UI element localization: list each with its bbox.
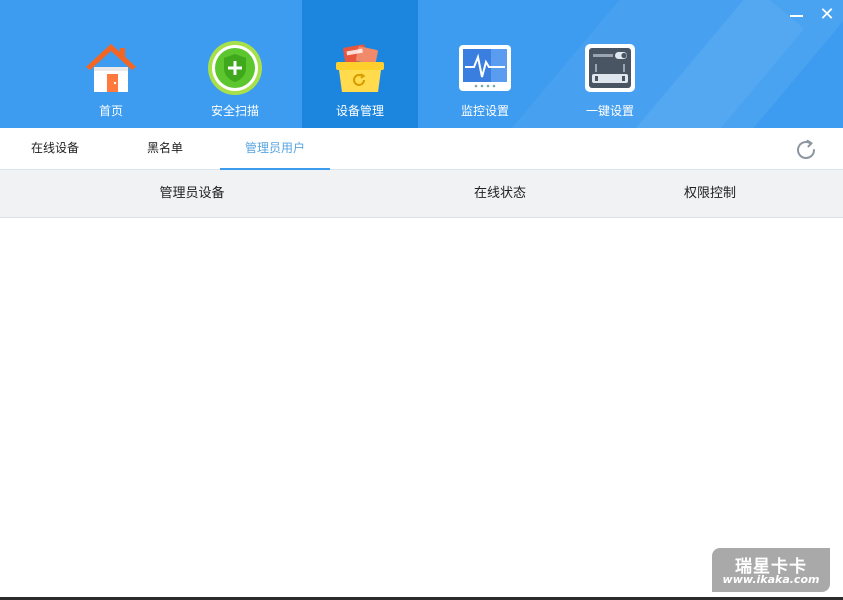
nav-label: 首页 [98, 104, 123, 118]
table-body [0, 218, 843, 598]
tab-bar: 在线设备 黑名单 管理员用户 [0, 128, 843, 170]
top-navigation-header: ✕ 首页 安全扫描 设备管理 监控设置 一键设置 [0, 0, 843, 128]
router-panel-icon [581, 40, 639, 96]
nav-label: 安全扫描 [210, 104, 259, 118]
tab-blacklist[interactable]: 黑名单 [110, 128, 220, 170]
tab-label: 管理员用户 [244, 141, 305, 155]
nav-item-monitor-settings[interactable]: 监控设置 [427, 0, 543, 128]
column-header-admin-device: 管理员设备 [159, 186, 225, 201]
close-button[interactable]: ✕ [815, 4, 839, 26]
watermark-url: www.ikaka.com [722, 573, 820, 586]
house-icon [82, 40, 140, 96]
shield-plus-icon [206, 40, 264, 96]
close-icon: ✕ [819, 4, 835, 25]
tab-admin-users[interactable]: 管理员用户 [220, 128, 330, 170]
refresh-icon[interactable] [794, 138, 818, 162]
tab-label: 黑名单 [146, 141, 183, 155]
minimize-button[interactable] [785, 4, 809, 26]
device-basket-icon [331, 40, 389, 96]
column-header-permission-control: 权限控制 [683, 186, 736, 201]
nav-item-home[interactable]: 首页 [53, 0, 169, 128]
watermark-logo: 瑞星卡卡 www.ikaka.com [712, 548, 830, 592]
monitor-wave-icon [456, 40, 514, 96]
nav-label: 设备管理 [335, 104, 384, 118]
app-window: ✕ 首页 安全扫描 设备管理 监控设置 一键设置 在线设备 黑名单 管理员用户 … [0, 0, 843, 600]
nav-label: 监控设置 [460, 104, 509, 118]
column-header-online-status: 在线状态 [473, 186, 526, 201]
nav-item-device-management[interactable]: 设备管理 [302, 0, 418, 128]
tab-label: 在线设备 [30, 141, 79, 155]
tab-online-devices[interactable]: 在线设备 [0, 128, 110, 170]
nav-label: 一键设置 [585, 104, 634, 118]
table-header: 管理员设备 在线状态 权限控制 [0, 170, 843, 218]
nav-item-security-scan[interactable]: 安全扫描 [177, 0, 293, 128]
nav-item-one-click-settings[interactable]: 一键设置 [552, 0, 668, 128]
